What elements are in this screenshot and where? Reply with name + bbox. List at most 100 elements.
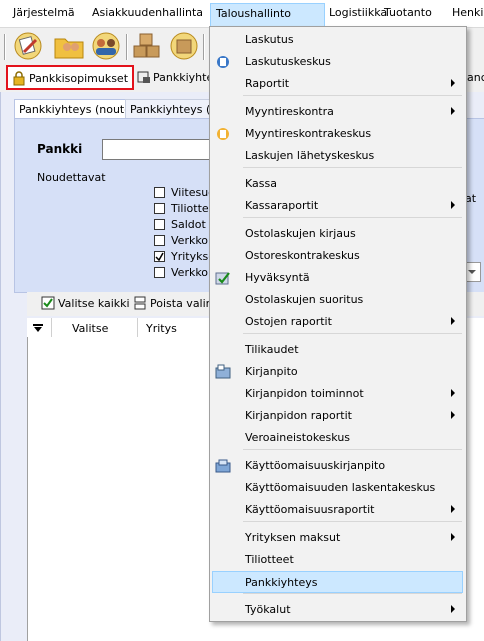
select-all-button[interactable]: Valitse kaikki	[58, 297, 130, 310]
column-header-yritys[interactable]: Yritys	[146, 322, 177, 335]
filter-icon[interactable]	[33, 323, 43, 336]
menu-item-label: Ostolaskujen kirjaus	[245, 227, 356, 240]
toolbar-separator	[203, 34, 205, 60]
menu-item-ostoreskontrakeskus[interactable]: Ostoreskontrakeskus	[210, 245, 464, 267]
subtab-pankkiyhteys-nouto[interactable]: Pankkiyhteys (nouto)	[14, 99, 141, 118]
menu-separator	[243, 333, 462, 334]
menu-item-laskutus[interactable]: Laskutus	[210, 29, 464, 51]
menu-item-tyokalut[interactable]: Työkalut	[210, 599, 464, 621]
menu-separator	[243, 449, 462, 450]
menu-separator	[243, 217, 462, 218]
checkbox-yrityksen[interactable]	[154, 251, 165, 262]
menu-item-pankkiyhteys[interactable]: Pankkiyhteys	[212, 571, 463, 593]
menu-item-kayttoomaisuuden-laskentakeskus[interactable]: Käyttöomaisuuden laskentakeskus	[210, 477, 464, 499]
toolbar-separator	[126, 34, 128, 60]
menu-item-myyntireskontrakeskus[interactable]: Myyntireskontrakeskus	[210, 123, 464, 145]
checkbox-viitesuoritukset[interactable]	[154, 187, 165, 198]
taloushallinto-menu: Laskutus Laskutuskeskus Raportit Myyntiresk…	[209, 26, 467, 622]
menu-item-label: Hyväksyntä	[245, 271, 310, 284]
column-divider	[137, 318, 138, 337]
submenu-arrow-icon	[451, 201, 455, 209]
bookkeeping-icon	[215, 364, 231, 380]
menu-item-myyntireskontra[interactable]: Myyntireskontra	[210, 101, 464, 123]
submenu-arrow-icon	[451, 533, 455, 541]
menu-item-label: Ostoreskontrakeskus	[245, 249, 360, 262]
menu-item-label: Käyttöomaisuuden laskentakeskus	[245, 481, 436, 494]
menu-item-label: Myyntireskontra	[245, 105, 334, 118]
menu-item-ostolaskujen-kirjaus[interactable]: Ostolaskujen kirjaus	[210, 223, 464, 245]
menu-item-laskujen-lahetyskeskus[interactable]: Laskujen lähetyskeskus	[210, 145, 464, 167]
menu-item-label: Laskutuskeskus	[245, 55, 331, 68]
menu-item-label: Ostojen raportit	[245, 315, 332, 328]
menu-item-label: Myyntireskontrakeskus	[245, 127, 372, 140]
menu-item-label: Laskujen lähetyskeskus	[245, 149, 375, 162]
tab-pankkisopimukset[interactable]: Pankkisopimukset	[6, 65, 134, 90]
menu-item-kayttoomaisuusraportit[interactable]: Käyttöomaisuusraportit	[210, 499, 464, 521]
deselect-icon	[134, 296, 148, 313]
checkbox-verkkolaskut[interactable]	[154, 235, 165, 246]
boxes-icon[interactable]	[131, 30, 163, 62]
submenu-arrow-icon	[451, 505, 455, 513]
menu-item-kirjanpito[interactable]: Kirjanpito	[210, 361, 464, 383]
menu-item-ostolaskujen-suoritus[interactable]: Ostolaskujen suoritus	[210, 289, 464, 311]
menu-henkilosto[interactable]: Henki	[452, 6, 483, 19]
select-all-icon	[41, 296, 55, 313]
menubar: Järjestelmä Asiakkuudenhallinta Talousha…	[0, 0, 484, 28]
checkbox-saldot[interactable]	[154, 219, 165, 230]
submenu-arrow-icon	[451, 107, 455, 115]
column-header-valitse[interactable]: Valitse	[72, 322, 108, 335]
noudettavat-label: Noudettavat	[37, 171, 106, 184]
deselect-button[interactable]: Poista valin	[150, 297, 213, 310]
menu-item-raportit[interactable]: Raportit	[210, 73, 464, 95]
checkbox-verkkolaskut-2[interactable]	[154, 267, 165, 278]
menu-item-kassa[interactable]: Kassa	[210, 173, 464, 195]
menu-item-kirjanpidon-raportit[interactable]: Kirjanpidon raportit	[210, 405, 464, 427]
menu-taloushallinto[interactable]: Taloushallinto	[210, 3, 325, 27]
invoice-center-icon	[215, 54, 231, 70]
menu-item-veroaineistokeskus[interactable]: Veroaineistokeskus	[210, 427, 464, 449]
menu-item-label: Laskutus	[245, 33, 294, 46]
checkbox-label: Saldot	[171, 218, 206, 231]
pankki-label: Pankki	[37, 142, 83, 156]
menu-item-yrityksen-maksut[interactable]: Yrityksen maksut	[210, 527, 464, 549]
menu-item-label: Käyttöomaisuusraportit	[245, 503, 375, 516]
menu-asiakkuudenhallinta[interactable]: Asiakkuudenhallinta	[92, 6, 203, 19]
menu-item-label: Yrityksen maksut	[245, 531, 341, 544]
menu-item-hyvaksynta[interactable]: Hyväksyntä	[210, 267, 464, 289]
menu-item-label: Veroaineistokeskus	[245, 431, 351, 444]
folder-users-icon[interactable]	[53, 30, 85, 62]
chevron-down-icon	[468, 270, 476, 274]
submenu-arrow-icon	[451, 317, 455, 325]
menu-item-label: Tiliotteet	[245, 553, 294, 566]
menu-separator	[243, 521, 462, 522]
checkbox-tiliotteet[interactable]	[154, 203, 165, 214]
menu-item-label: Kirjanpito	[245, 365, 298, 378]
submenu-arrow-icon	[451, 605, 455, 613]
menu-item-label: Käyttöomaisuuskirjanpito	[245, 459, 386, 472]
menu-item-laskutuskeskus[interactable]: Laskutuskeskus	[210, 51, 464, 73]
edit-document-icon[interactable]	[12, 30, 44, 62]
menu-item-label: Kirjanpidon raportit	[245, 409, 352, 422]
menu-item-label: Raportit	[245, 77, 290, 90]
tab-pankkiyhteys[interactable]: Pankkiyhte	[137, 66, 213, 88]
menu-item-kirjanpidon-toiminnot[interactable]: Kirjanpidon toiminnot	[210, 383, 464, 405]
menu-item-tilikaudet[interactable]: Tilikaudet	[210, 339, 464, 361]
menu-item-ostojen-raportit[interactable]: Ostojen raportit	[210, 311, 464, 333]
menu-tuotanto[interactable]: Tuotanto	[384, 6, 432, 19]
menu-item-tiliotteet[interactable]: Tiliotteet	[210, 549, 464, 571]
tab-label: Pankkisopimukset	[29, 72, 129, 85]
menu-separator	[243, 593, 462, 594]
menu-jarjestelma[interactable]: Järjestelmä	[13, 6, 75, 19]
menu-item-label: Pankkiyhteys	[245, 576, 318, 589]
checkmark-icon	[155, 252, 164, 261]
menu-separator	[243, 167, 462, 168]
submenu-arrow-icon	[451, 389, 455, 397]
menu-item-kayttoomaisuuskirjanpito[interactable]: Käyttöomaisuuskirjanpito	[210, 455, 464, 477]
tab-clipped-label[interactable]: anc	[467, 71, 484, 84]
menu-logistiikka[interactable]: Logistiikka	[329, 6, 387, 19]
menu-item-label: Ostolaskujen suoritus	[245, 293, 364, 306]
pankki-input[interactable]	[102, 139, 224, 160]
customers-icon[interactable]	[90, 30, 122, 62]
menu-item-kassaraportit[interactable]: Kassaraportit	[210, 195, 464, 217]
warehouse-boxes-icon[interactable]	[168, 30, 200, 62]
